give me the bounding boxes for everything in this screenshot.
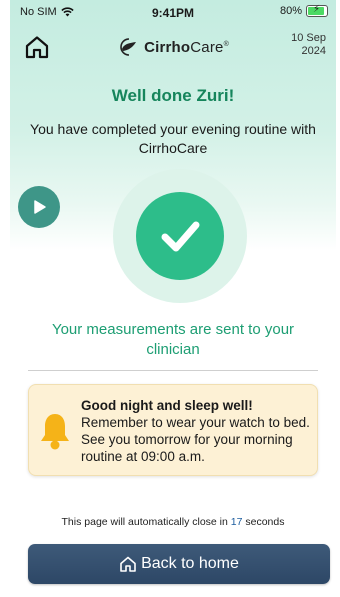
- auto-close-note: This page will automatically close in 17…: [10, 516, 336, 528]
- battery-icon: ⚡: [306, 4, 328, 17]
- auto-close-prefix: This page will automatically close in: [61, 516, 228, 528]
- date-day-month: 10 Sep: [291, 32, 326, 44]
- date-display: 10 Sep 2024: [291, 32, 326, 58]
- cirrhocare-logo: CirrhoCare®: [10, 38, 336, 56]
- screen: No SIM 9:41PM 80% ⚡ CirrhoCare® 10 Sep 2…: [10, 0, 336, 597]
- good-night-body: Remember to wear your watch to bed. See …: [81, 415, 310, 464]
- completion-subtitle: You have completed your evening routine …: [30, 121, 316, 156]
- checkmark-icon: [161, 221, 200, 252]
- page-title: Well done Zuri!: [111, 86, 235, 105]
- date-year: 2024: [301, 45, 326, 57]
- auto-close-seconds: 17: [230, 516, 243, 528]
- divider: [28, 370, 318, 371]
- back-to-home-button[interactable]: Back to home: [28, 544, 330, 584]
- bell-icon: [41, 414, 69, 450]
- measurements-sent-message: Your measurements are sent to your clini…: [51, 321, 295, 358]
- success-badge: [113, 169, 247, 303]
- back-to-home-label: Back to home: [141, 555, 239, 572]
- battery-percent: 80%: [279, 5, 302, 17]
- auto-close-suffix: seconds: [245, 516, 285, 528]
- play-icon: [34, 200, 46, 214]
- good-night-text: Good night and sleep well! Remember to w…: [81, 397, 313, 465]
- good-night-title: Good night and sleep well!: [81, 398, 253, 413]
- status-right: 80% ⚡: [279, 4, 328, 17]
- header: CirrhoCare® 10 Sep 2024: [10, 26, 336, 66]
- play-button[interactable]: [18, 186, 60, 228]
- success-circle: [136, 192, 224, 280]
- home-icon: [120, 556, 136, 572]
- logo-text: CirrhoCare®: [144, 38, 229, 56]
- good-night-card: Good night and sleep well! Remember to w…: [28, 384, 318, 476]
- status-bar: No SIM 9:41PM 80% ⚡: [10, 0, 336, 26]
- logo-mark-icon: [120, 38, 137, 56]
